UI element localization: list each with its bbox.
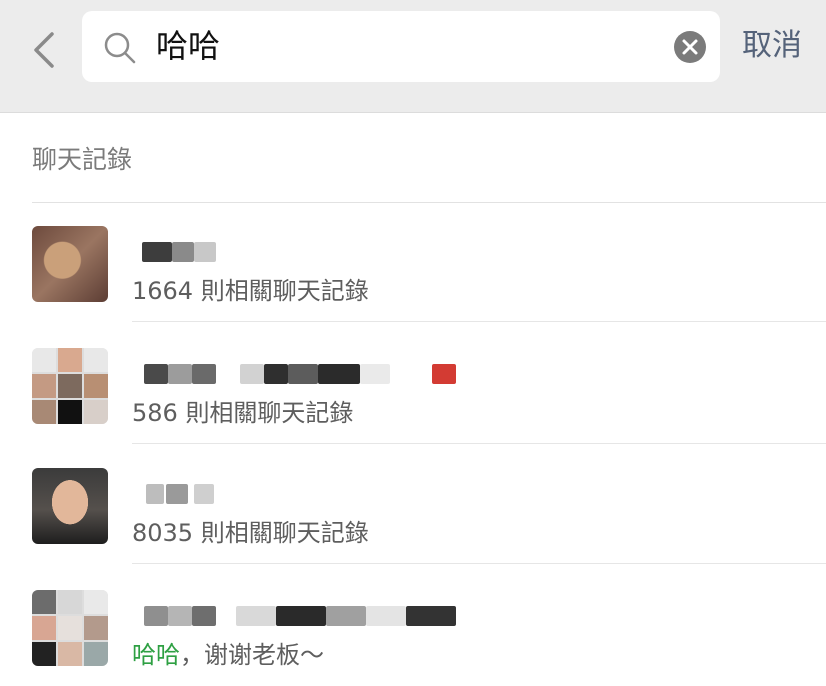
chat-result-row[interactable]: 哈哈，谢谢老板～	[0, 566, 826, 686]
search-field[interactable]: 哈哈	[82, 11, 720, 82]
chevron-left-icon	[34, 32, 54, 68]
related-records-count: 1664 則相關聊天記錄	[132, 277, 369, 305]
section-title: 聊天記錄	[32, 145, 133, 174]
group-avatar	[32, 348, 108, 424]
divider	[132, 321, 826, 322]
contact-name-redacted	[132, 480, 462, 506]
highlighted-match: 哈哈	[132, 641, 180, 669]
clear-search-button[interactable]	[674, 31, 706, 63]
chat-result-row[interactable]: 8035 則相關聊天記錄	[0, 444, 826, 564]
message-preview: 哈哈，谢谢老板～	[132, 638, 324, 672]
avatar	[32, 226, 108, 302]
group-name-redacted	[132, 602, 472, 628]
chat-result-row[interactable]: 1664 則相關聊天記錄	[0, 202, 826, 322]
back-button[interactable]	[30, 30, 60, 70]
cancel-button[interactable]: 取消	[742, 24, 802, 68]
contact-name-redacted	[132, 238, 462, 264]
group-avatar	[32, 590, 108, 666]
close-icon	[682, 39, 698, 55]
chat-result-row[interactable]: 586 則相關聊天記錄	[0, 324, 826, 444]
search-header: 哈哈 取消	[0, 0, 826, 113]
avatar	[32, 468, 108, 544]
divider	[132, 563, 826, 564]
message-preview-rest: ，谢谢老板～	[180, 641, 324, 669]
search-input[interactable]: 哈哈	[156, 24, 220, 68]
search-icon	[104, 32, 136, 64]
related-records-count: 586 則相關聊天記錄	[132, 399, 354, 427]
group-name-redacted	[132, 360, 472, 386]
related-records-count: 8035 則相關聊天記錄	[132, 519, 369, 547]
